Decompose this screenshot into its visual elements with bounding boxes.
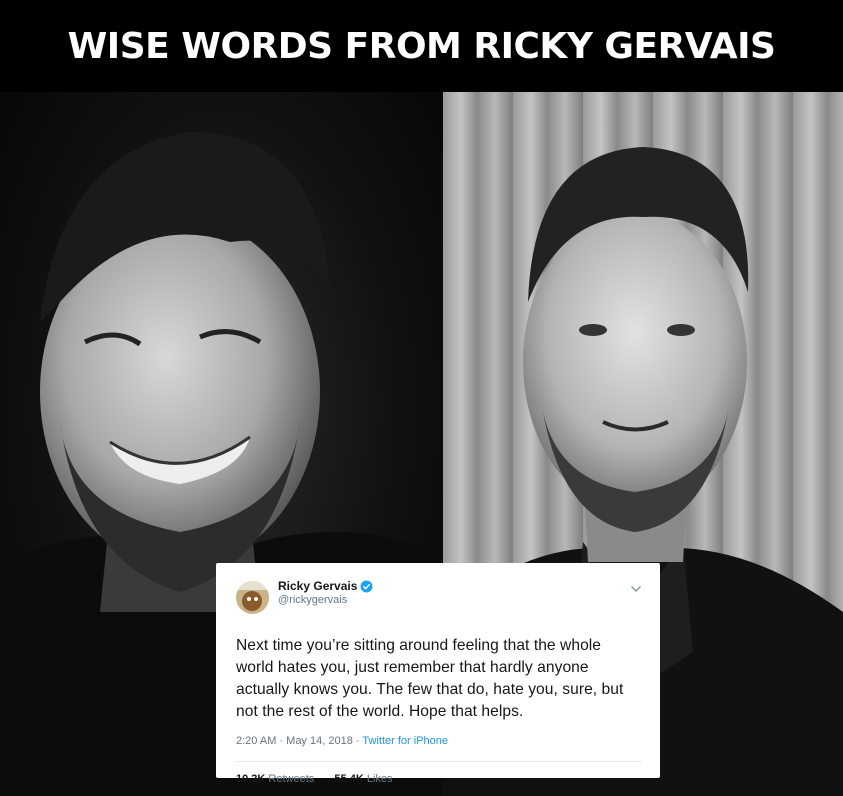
meta-separator: · bbox=[355, 735, 360, 747]
retweets-stat[interactable]: 10.2K Retweets bbox=[236, 773, 317, 785]
likes-stat[interactable]: 55.4K Likes bbox=[334, 773, 392, 785]
author-block: Ricky Gervais @rickygervais bbox=[278, 579, 630, 606]
tweet-stats: 10.2K Retweets 55.4K Likes bbox=[236, 773, 642, 785]
likes-count: 55.4K bbox=[334, 773, 364, 785]
verified-badge-icon bbox=[360, 580, 373, 592]
meta-separator: · bbox=[279, 735, 284, 747]
tweet-date[interactable]: May 14, 2018 bbox=[286, 735, 353, 747]
tweet-header: Ricky Gervais @rickygervais bbox=[236, 579, 642, 615]
avatar-icon bbox=[236, 581, 269, 614]
retweets-label: Retweets bbox=[268, 773, 315, 785]
tweet-time[interactable]: 2:20 AM bbox=[236, 735, 276, 747]
headline-banner: WISE WORDS FROM RICKY GERVAIS bbox=[0, 0, 843, 92]
tweet-meta: 2:20 AM · May 14, 2018 · Twitter for iPh… bbox=[236, 735, 642, 747]
tweet-text: Next time you’re sitting around feeling … bbox=[236, 637, 624, 720]
display-name[interactable]: Ricky Gervais bbox=[278, 579, 357, 593]
chevron-down-icon[interactable] bbox=[630, 583, 642, 595]
likes-label: Likes bbox=[366, 773, 393, 785]
avatar[interactable] bbox=[236, 581, 269, 614]
retweets-count: 10.2K bbox=[236, 773, 266, 785]
headline-title: WISE WORDS FROM RICKY GERVAIS bbox=[67, 25, 776, 67]
tweet-card[interactable]: Ricky Gervais @rickygervais Next time yo… bbox=[216, 563, 660, 785]
tweet-source-link[interactable]: Twitter for iPhone bbox=[362, 735, 448, 747]
divider bbox=[236, 761, 642, 762]
handle[interactable]: @rickygervais bbox=[278, 594, 630, 606]
